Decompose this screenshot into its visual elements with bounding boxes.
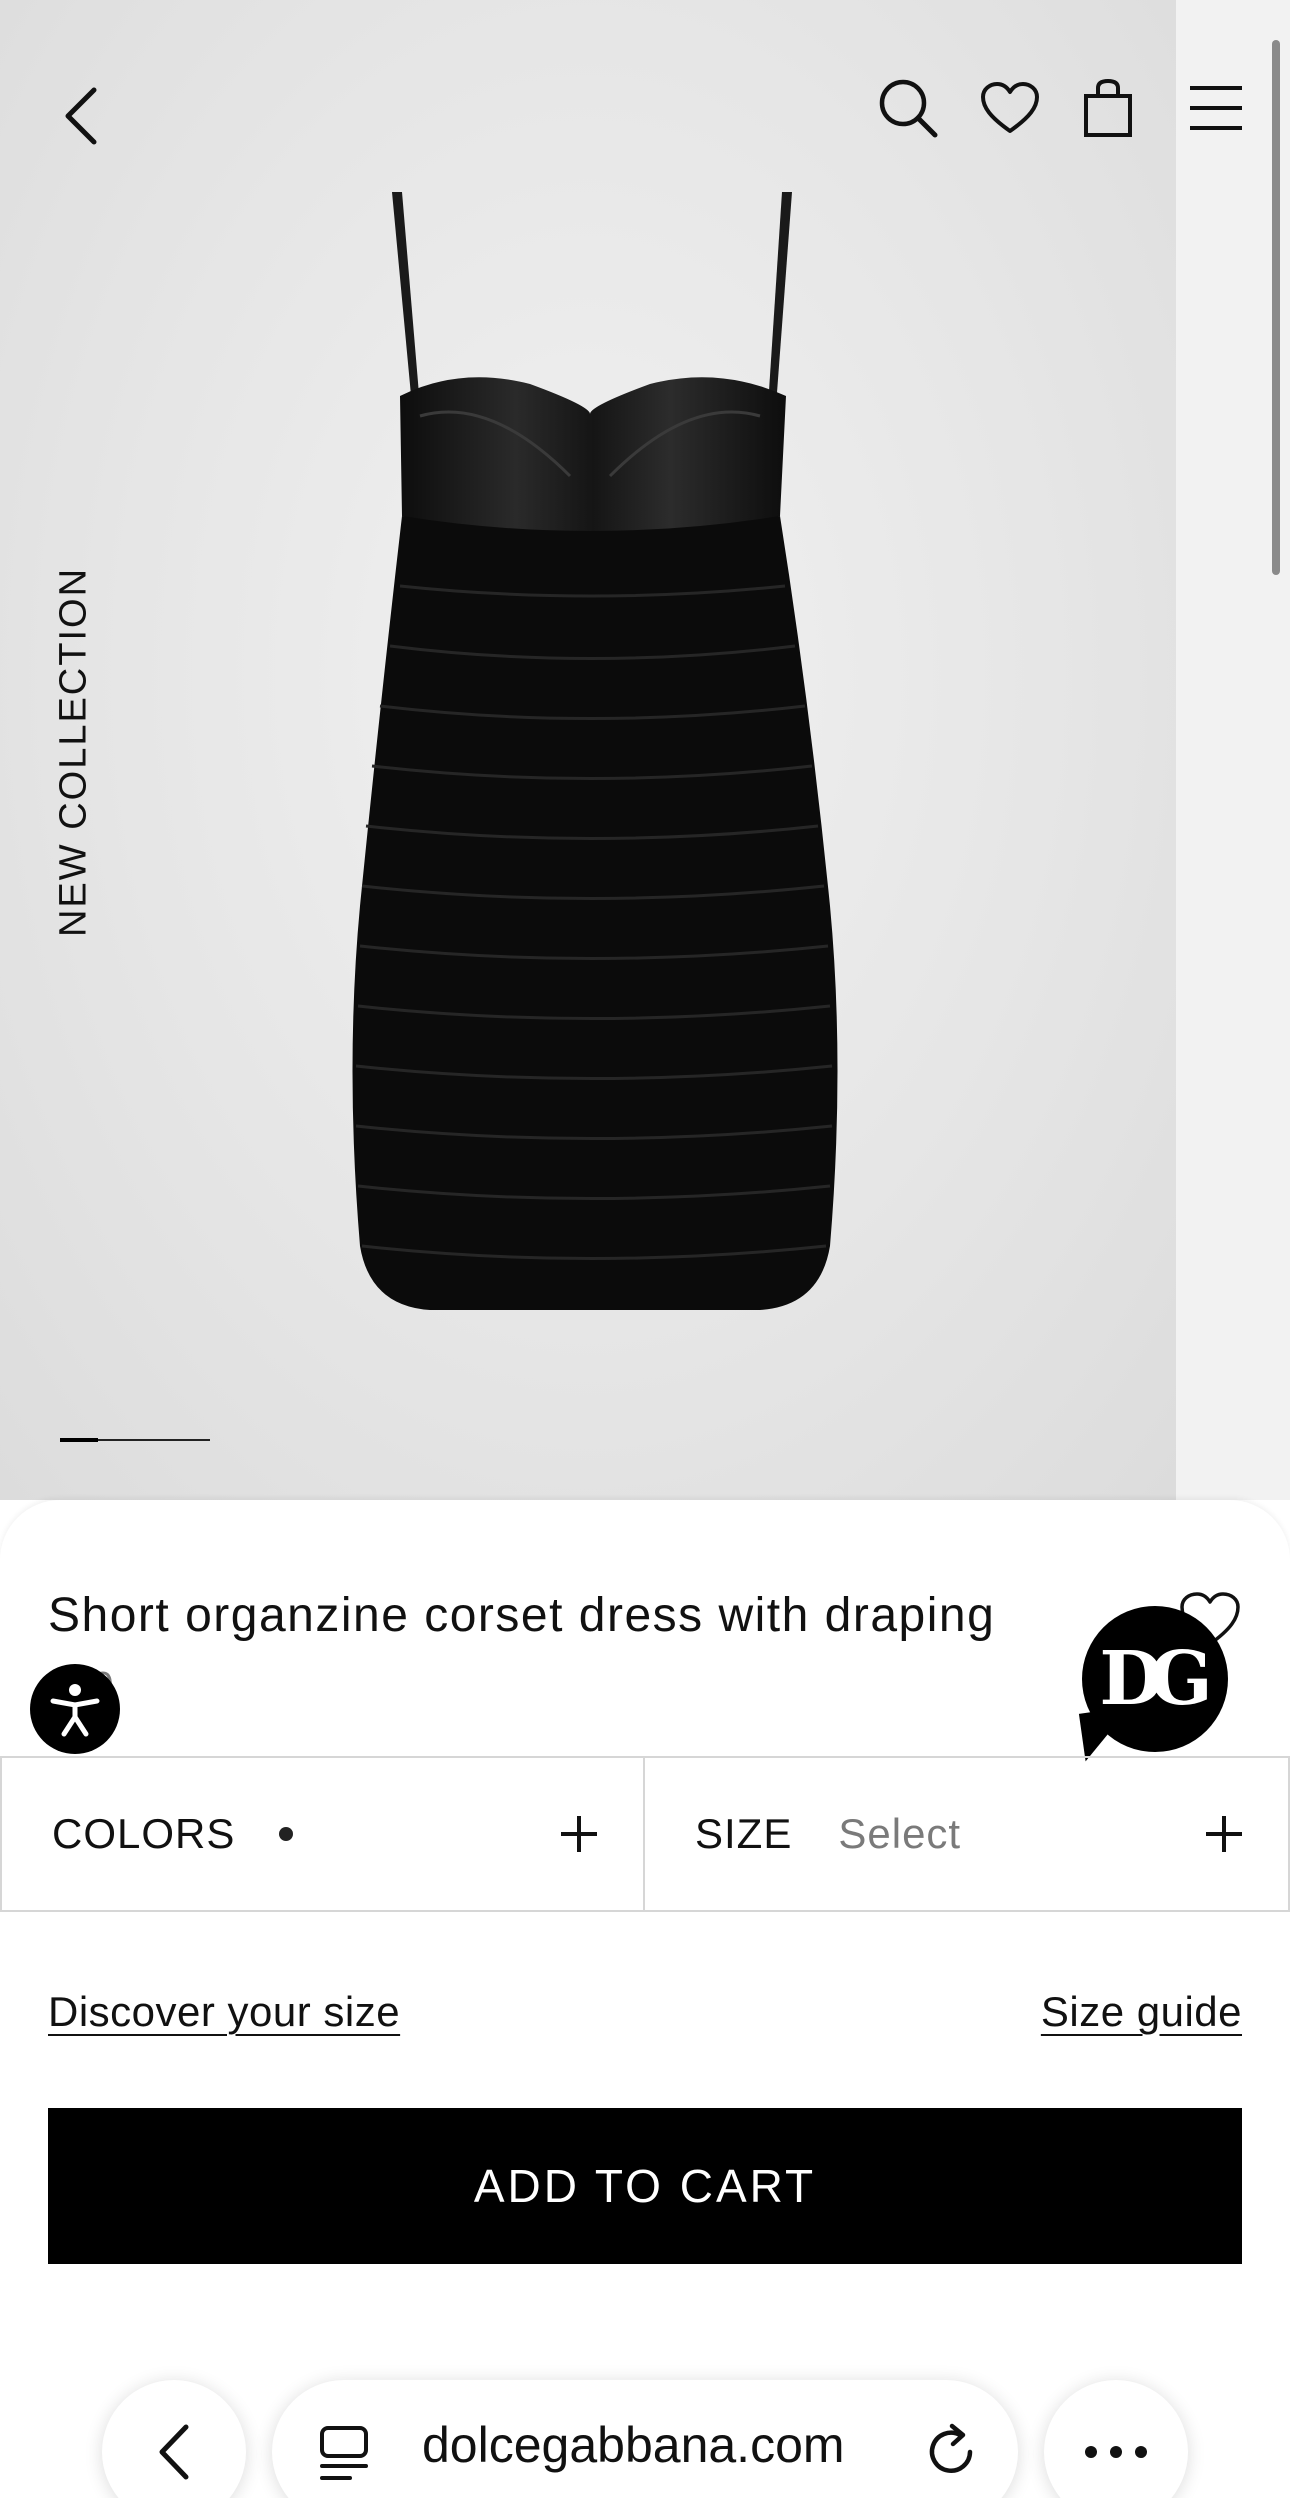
- search-button[interactable]: [872, 72, 944, 144]
- shopping-bag-icon: [1084, 78, 1132, 137]
- chat-bubble: DG: [1082, 1606, 1228, 1752]
- colors-label: COLORS: [52, 1810, 236, 1857]
- menu-button[interactable]: [1180, 72, 1252, 144]
- product-title: Short organzine corset dress with drapin…: [48, 1589, 996, 1642]
- discover-your-size-link[interactable]: Discover your size: [48, 1988, 400, 2036]
- add-to-cart-button[interactable]: ADD TO CART: [48, 2108, 1242, 2264]
- chevron-left-icon: [159, 2424, 189, 2480]
- accessibility-icon: [50, 1684, 100, 1737]
- image-carousel-indicator[interactable]: [60, 1438, 210, 1442]
- carousel-active-segment: [60, 1438, 98, 1442]
- colors-selector[interactable]: COLORS: [0, 1756, 645, 1912]
- shopping-bag-button[interactable]: [1072, 70, 1144, 146]
- accessibility-button[interactable]: [30, 1664, 120, 1754]
- product-options-row: COLORS SIZE Select: [0, 1756, 1290, 1912]
- more-dots-icon: [1085, 2446, 1147, 2458]
- selected-color-swatch: [279, 1827, 294, 1841]
- heart-icon: [981, 82, 1039, 133]
- search-icon: [879, 79, 938, 138]
- size-select-placeholder: Select: [838, 1810, 962, 1857]
- back-button[interactable]: [48, 80, 112, 152]
- dg-logo: DG: [1099, 1636, 1212, 1722]
- plus-icon: [1206, 1816, 1242, 1852]
- page-menu-icon: [320, 2426, 368, 2480]
- url-text: dolcegabbana.com: [422, 2417, 845, 2473]
- scrollbar-thumb[interactable]: [1272, 40, 1280, 575]
- hamburger-menu-icon: [1190, 86, 1242, 130]
- new-collection-label: NEW COLLECTION: [52, 566, 95, 938]
- size-label: SIZE: [695, 1810, 793, 1857]
- reload-icon[interactable]: [922, 2422, 982, 2482]
- plus-icon: [561, 1816, 597, 1852]
- product-image-area[interactable]: NEW COLLECTION: [0, 0, 1176, 1500]
- browser-back-button[interactable]: [102, 2380, 246, 2498]
- product-image: [352, 192, 838, 1310]
- size-selector[interactable]: SIZE Select: [645, 1756, 1290, 1912]
- size-guide-link[interactable]: Size guide: [1041, 1988, 1242, 2036]
- chat-assistant-button[interactable]: DG: [1078, 1606, 1232, 1762]
- product-page: NEW COLLECTION Short organzine corset dr…: [0, 0, 1290, 2498]
- chevron-left-icon: [65, 87, 97, 145]
- more-options-button[interactable]: [1044, 2380, 1188, 2498]
- browser-toolbar: dolcegabbana.com: [0, 2380, 1290, 2498]
- wishlist-button[interactable]: [974, 72, 1046, 144]
- address-bar[interactable]: dolcegabbana.com: [272, 2380, 1018, 2498]
